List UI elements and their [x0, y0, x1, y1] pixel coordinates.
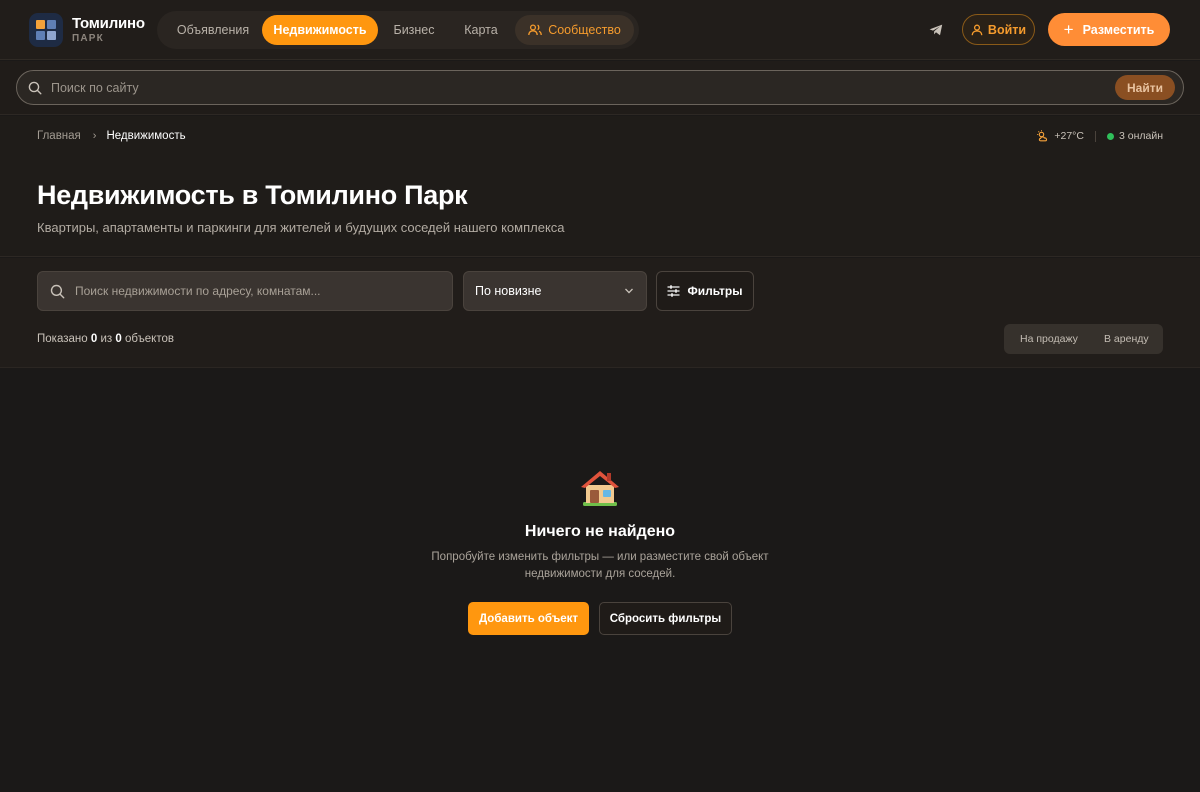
- count-total: 0: [115, 333, 122, 345]
- nav-item-business[interactable]: Бизнес: [383, 15, 445, 45]
- online-indicator: [1106, 132, 1114, 140]
- site-search-input[interactable]: [51, 71, 1111, 104]
- nav-item-map[interactable]: Карта: [453, 15, 509, 45]
- search-icon: [28, 81, 42, 95]
- search-icon: [50, 284, 65, 299]
- users-icon: [528, 24, 543, 36]
- chevron-right-icon: ›: [92, 130, 97, 142]
- page-title: Недвижимость в Томилино Парк: [37, 180, 468, 210]
- count-middle: из: [100, 333, 113, 345]
- page-subtitle: Квартиры, апартаменты и паркинги для жит…: [37, 220, 565, 235]
- deal-type-sale[interactable]: На продажу: [1020, 324, 1078, 354]
- deal-type-toggle: На продажу В аренду: [1004, 324, 1163, 354]
- post-ad-label: Разместить: [1082, 22, 1155, 37]
- empty-title: Ничего не найдено: [524, 523, 676, 540]
- reset-filters-button[interactable]: Сбросить фильтры: [599, 602, 732, 635]
- main-nav: Объявления Недвижимость Бизнес Карта Соо…: [157, 11, 639, 49]
- top-header: Томилино ПАРК Объявления Недвижимость Би…: [0, 0, 1200, 60]
- property-search-input[interactable]: [75, 272, 445, 310]
- nav-item-listings[interactable]: Объявления: [165, 15, 261, 45]
- sort-selected-value: По новизне: [475, 284, 542, 298]
- status-divider: [1094, 130, 1096, 142]
- status-bar: +27°C 3 онлайн: [1037, 130, 1163, 142]
- logo-title: Томилино: [72, 15, 145, 32]
- site-logo[interactable]: Томилино ПАРК: [29, 13, 145, 47]
- post-ad-button[interactable]: + Разместить: [1048, 13, 1170, 46]
- deal-type-rent[interactable]: В аренду: [1104, 324, 1149, 354]
- results-count: Показано 0 из 0 объектов: [37, 333, 174, 345]
- nav-item-real-estate[interactable]: Недвижимость: [262, 15, 378, 45]
- logo-grid-icon: [29, 13, 63, 47]
- nav-item-community-label: Сообщество: [548, 23, 621, 37]
- site-search-bar: Найти: [0, 61, 1200, 115]
- page-hero: Главная › Недвижимость +27°C 3 онлайн Не…: [0, 116, 1200, 257]
- empty-description: Попробуйте изменить фильтры — или размес…: [431, 551, 769, 580]
- filters-panel: По новизне Фильтры Показано 0 из 0 объек…: [0, 258, 1200, 368]
- plus-icon: +: [1063, 20, 1074, 39]
- filters-button[interactable]: Фильтры: [656, 271, 754, 311]
- property-search-box: [37, 271, 453, 311]
- user-icon: [971, 24, 983, 35]
- count-shown: 0: [90, 333, 98, 345]
- telegram-icon[interactable]: [926, 20, 946, 40]
- site-search-button[interactable]: Найти: [1115, 75, 1175, 100]
- empty-state: Ничего не найдено Попробуйте изменить фи…: [0, 369, 1200, 792]
- count-prefix: Показано: [37, 333, 88, 345]
- add-property-button[interactable]: Добавить объект: [468, 602, 589, 635]
- breadcrumb-home-link[interactable]: Главная: [37, 130, 81, 142]
- breadcrumb-current: Недвижимость: [106, 130, 186, 142]
- house-icon: [581, 471, 619, 506]
- site-search-box: Найти: [16, 70, 1184, 105]
- filters-label: Фильтры: [687, 284, 743, 298]
- login-label: Войти: [987, 22, 1027, 37]
- weather-temperature: +27°C: [1054, 130, 1084, 142]
- chevron-down-icon: [625, 288, 633, 294]
- sort-select[interactable]: По новизне: [463, 271, 647, 311]
- sliders-icon: [667, 285, 680, 297]
- breadcrumb: Главная › Недвижимость: [37, 130, 186, 142]
- logo-subtitle: ПАРК: [72, 33, 104, 44]
- online-count: 3 онлайн: [1118, 130, 1163, 142]
- count-suffix: объектов: [124, 333, 174, 345]
- nav-item-community[interactable]: Сообщество: [515, 15, 634, 45]
- partly-sunny-icon: [1037, 130, 1048, 142]
- login-button[interactable]: Войти: [962, 14, 1035, 45]
